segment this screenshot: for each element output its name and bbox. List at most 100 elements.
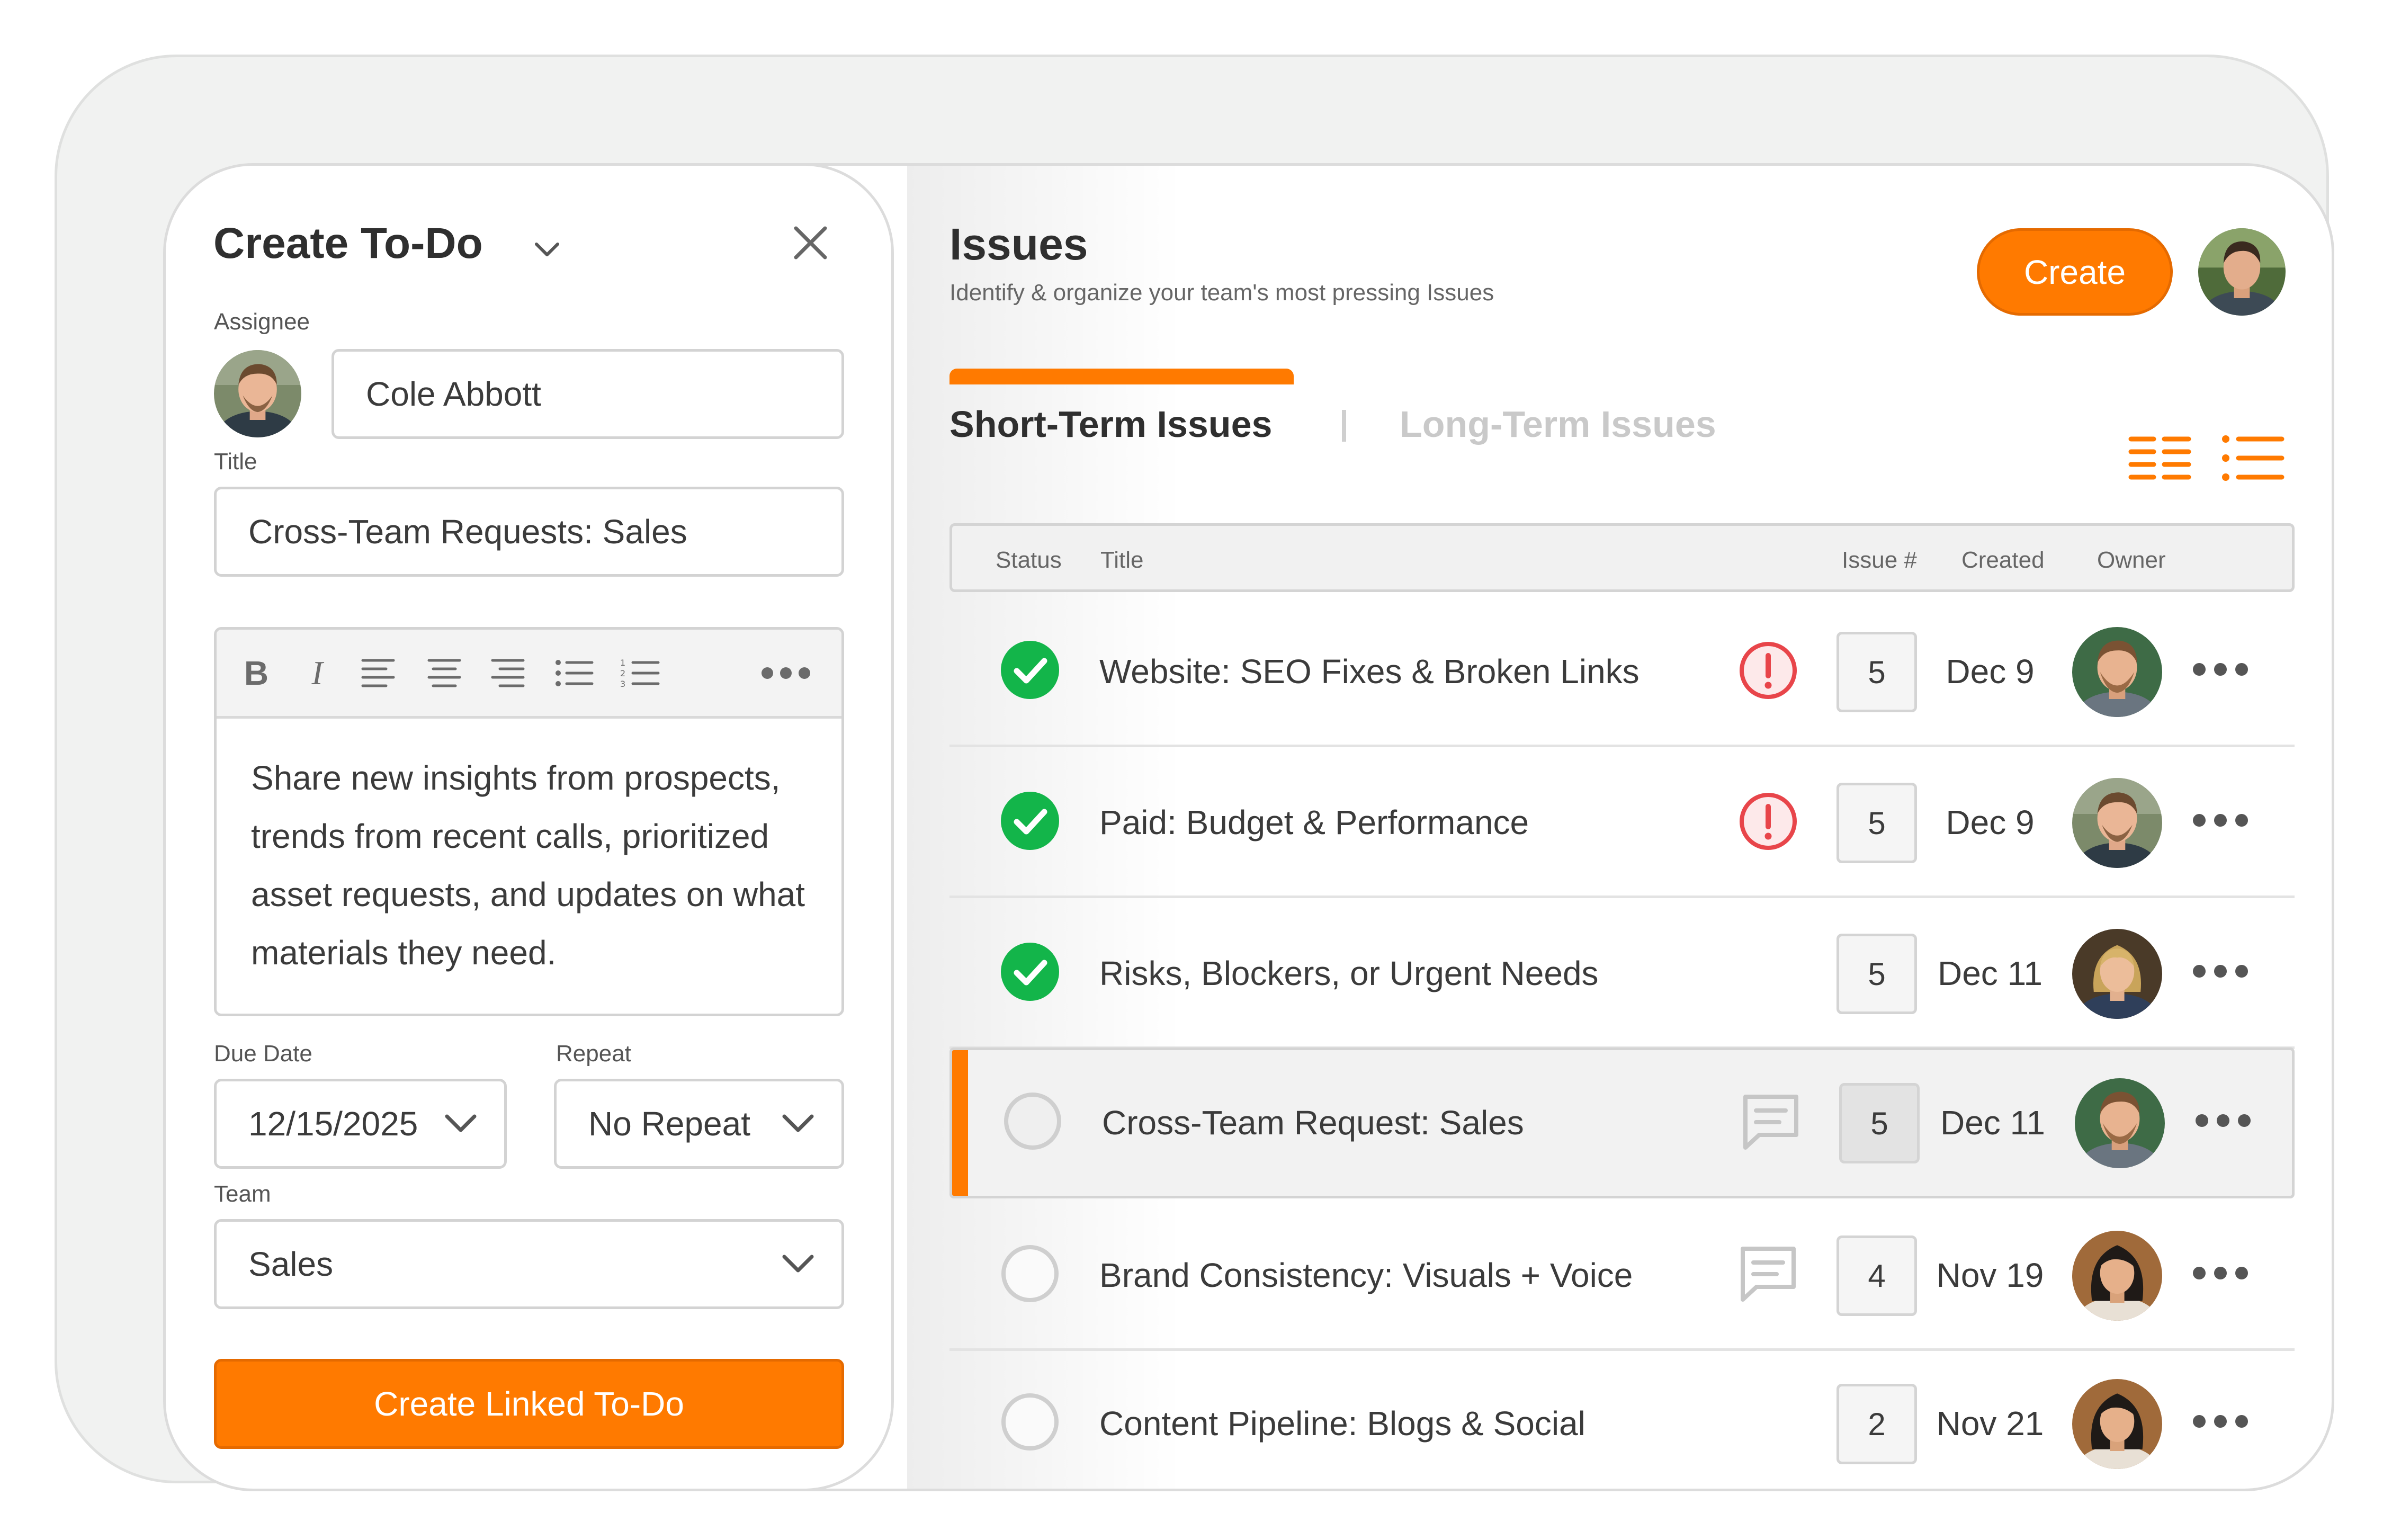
assignee-value: Cole Abbott: [366, 375, 541, 413]
table-row[interactable]: Website: SEO Fixes & Broken Links 5 Dec …: [949, 596, 2295, 747]
bulleted-list-icon[interactable]: [553, 652, 595, 694]
chevron-down-icon[interactable]: [531, 234, 563, 265]
more-icon[interactable]: [2189, 1263, 2252, 1284]
team-value: Sales: [248, 1245, 334, 1283]
description-editor[interactable]: B I 123 Share new insights from prospect…: [214, 627, 844, 1016]
tab-long-term-issues[interactable]: Long-Term Issues: [1400, 403, 1716, 445]
issue-number: 4: [1836, 1235, 1917, 1316]
issue-title: Paid: Budget & Performance: [1099, 803, 1529, 841]
align-left-icon[interactable]: [360, 652, 397, 694]
created-date: Nov 21: [1936, 1404, 2044, 1443]
created-date: Nov 19: [1936, 1256, 2044, 1294]
numbered-list-icon[interactable]: 123: [619, 652, 661, 694]
alert-icon: [1740, 642, 1797, 699]
repeat-field[interactable]: No Repeat: [554, 1079, 844, 1169]
alert-icon: [1740, 793, 1797, 850]
bold-icon[interactable]: B: [235, 652, 277, 694]
chevron-down-icon: [782, 1114, 814, 1132]
created-date: Dec 9: [1946, 803, 2035, 841]
table-row[interactable]: Risks, Blockers, or Urgent Needs 5 Dec 1…: [949, 898, 2295, 1049]
page-subtitle: Identify & organize your team's most pre…: [949, 280, 1494, 306]
table-row[interactable]: Paid: Budget & Performance 5 Dec 9: [949, 747, 2295, 898]
created-date: Dec 11: [1940, 1104, 2046, 1142]
create-button[interactable]: Create: [1977, 228, 2173, 316]
create-todo-panel: Create To-Do Assignee Cole Abbott Title …: [166, 166, 894, 1489]
due-date-value: 12/15/2025: [248, 1105, 418, 1143]
svg-text:3: 3: [620, 679, 625, 689]
issue-title: Content Pipeline: Blogs & Social: [1099, 1404, 1585, 1443]
panel-title: Create To-Do: [213, 219, 483, 267]
page-title: Issues: [949, 219, 1088, 269]
issue-title: Brand Consistency: Visuals + Voice: [1099, 1256, 1633, 1294]
align-center-icon[interactable]: [426, 652, 463, 694]
issue-number: 5: [1836, 632, 1917, 712]
column-owner[interactable]: Owner: [2097, 547, 2166, 574]
more-icon[interactable]: [2189, 810, 2252, 831]
description-text: Share new insights from prospects, trend…: [251, 759, 805, 972]
align-right-icon[interactable]: [489, 652, 526, 694]
check-circle-icon[interactable]: [1001, 641, 1059, 699]
issue-number: 5: [1836, 783, 1917, 863]
avatar: [2072, 929, 2162, 1019]
more-icon[interactable]: [757, 652, 815, 694]
team-label: Team: [214, 1181, 271, 1207]
svg-text:2: 2: [620, 668, 625, 678]
avatar: [214, 350, 301, 437]
app-screen: Create To-Do Assignee Cole Abbott Title …: [163, 163, 2334, 1491]
comment-icon[interactable]: [1741, 1093, 1800, 1152]
create-linked-todo-button[interactable]: Create Linked To-Do: [214, 1359, 844, 1449]
due-date-label: Due Date: [214, 1041, 312, 1067]
column-issue-number[interactable]: Issue #: [1842, 547, 1917, 574]
table-row[interactable]: Content Pipeline: Blogs & Social 2 Nov 2…: [949, 1348, 2295, 1489]
issue-number: 2: [1836, 1384, 1917, 1464]
active-tab-indicator: [949, 369, 1294, 384]
column-status[interactable]: Status: [996, 547, 1062, 574]
issue-title: Cross-Team Request: Sales: [1102, 1104, 1524, 1142]
device-frame: Create To-Do Assignee Cole Abbott Title …: [55, 55, 2334, 1491]
avatar: [2072, 627, 2162, 717]
list-view-icon[interactable]: [2221, 435, 2285, 482]
editor-toolbar: B I 123: [217, 630, 841, 719]
issue-title: Risks, Blockers, or Urgent Needs: [1099, 954, 1599, 992]
open-circle-icon[interactable]: [1001, 1244, 1059, 1303]
title-label: Title: [214, 449, 257, 474]
selected-row-accent: [952, 1050, 968, 1196]
table-header: Status Title Issue # Created Owner: [949, 523, 2295, 592]
team-field[interactable]: Sales: [214, 1219, 844, 1309]
issue-title: Website: SEO Fixes & Broken Links: [1099, 652, 1640, 691]
issue-number: 5: [1836, 934, 1917, 1014]
avatar: [2075, 1078, 2165, 1168]
assignee-field[interactable]: Cole Abbott: [332, 349, 844, 439]
table-row[interactable]: Brand Consistency: Visuals + Voice 4 Nov…: [949, 1200, 2295, 1351]
assignee-label: Assignee: [214, 309, 310, 335]
open-circle-icon[interactable]: [1001, 1393, 1059, 1451]
check-circle-icon[interactable]: [1001, 792, 1059, 850]
column-created[interactable]: Created: [1961, 547, 2045, 574]
more-icon[interactable]: [2191, 1110, 2255, 1131]
italic-icon[interactable]: I: [296, 652, 338, 694]
title-field[interactable]: Cross-Team Requests: Sales: [214, 487, 844, 577]
open-circle-icon[interactable]: [1004, 1092, 1062, 1150]
avatar: [2072, 778, 2162, 868]
comment-icon[interactable]: [1739, 1244, 1798, 1304]
table-view-icon[interactable]: [2128, 435, 2192, 482]
svg-text:1: 1: [620, 658, 625, 668]
due-date-field[interactable]: 12/15/2025: [214, 1079, 507, 1169]
close-icon[interactable]: [791, 223, 830, 263]
more-icon[interactable]: [2189, 1411, 2252, 1432]
avatar[interactable]: [2198, 228, 2286, 316]
check-circle-icon[interactable]: [1001, 943, 1059, 1001]
avatar: [2072, 1379, 2162, 1469]
tab-divider: [1342, 410, 1346, 442]
chevron-down-icon: [782, 1255, 814, 1273]
chevron-down-icon: [445, 1114, 477, 1132]
tab-short-term-issues[interactable]: Short-Term Issues: [949, 403, 1272, 445]
created-date: Dec 9: [1946, 652, 2035, 691]
table-row-selected[interactable]: Cross-Team Request: Sales 5 Dec 11: [949, 1047, 2295, 1198]
created-date: Dec 11: [1937, 954, 2043, 992]
column-title[interactable]: Title: [1100, 547, 1144, 574]
repeat-value: No Repeat: [588, 1105, 750, 1143]
more-icon[interactable]: [2189, 659, 2252, 680]
repeat-label: Repeat: [556, 1041, 631, 1067]
more-icon[interactable]: [2189, 961, 2252, 982]
